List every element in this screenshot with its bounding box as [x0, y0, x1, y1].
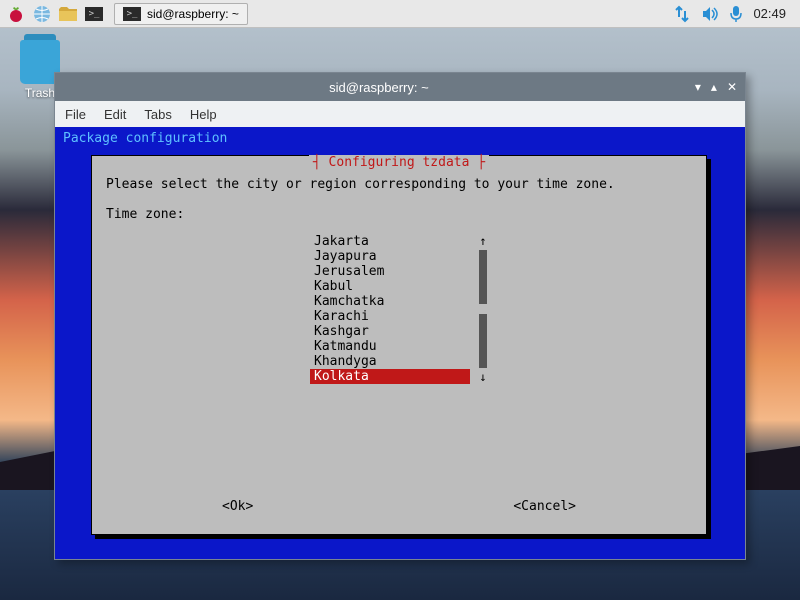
list-item[interactable]: Khandyga	[310, 354, 470, 369]
terminal-launcher-icon[interactable]: >_	[82, 2, 106, 26]
file-manager-icon[interactable]	[56, 2, 80, 26]
list-item[interactable]: Karachi	[310, 309, 470, 324]
package-config-header: Package configuration	[59, 129, 741, 148]
task-title: sid@raspberry: ~	[147, 7, 239, 21]
network-icon[interactable]	[673, 5, 691, 23]
list-item[interactable]: Jayapura	[310, 249, 470, 264]
list-item[interactable]: Kashgar	[310, 324, 470, 339]
raspberry-menu-icon[interactable]	[4, 2, 28, 26]
list-item-selected[interactable]: Kolkata	[310, 369, 470, 384]
tzdata-dialog: ┤ Configuring tzdata ├ Please select the…	[91, 155, 707, 535]
cancel-button[interactable]: <Cancel>	[513, 499, 576, 514]
microphone-icon[interactable]	[729, 5, 743, 23]
minimize-button[interactable]: ▾	[695, 80, 701, 94]
menu-edit[interactable]: Edit	[104, 107, 126, 122]
terminal-icon: >_	[123, 7, 141, 21]
clock[interactable]: 02:49	[753, 6, 786, 21]
ok-button[interactable]: <Ok>	[222, 499, 253, 514]
dialog-title: ┤ Configuring tzdata ├	[309, 155, 489, 170]
terminal-viewport[interactable]: Package configuration ┤ Configuring tzda…	[55, 127, 745, 559]
scroll-thumb-gap	[479, 304, 487, 314]
list-item[interactable]: Kabul	[310, 279, 470, 294]
volume-icon[interactable]	[701, 5, 719, 23]
terminal-window: sid@raspberry: ~ ▾ ▴ ✕ File Edit Tabs He…	[54, 72, 746, 560]
timezone-list[interactable]: Jakarta Jayapura Jerusalem Kabul Kamchat…	[310, 234, 470, 384]
taskbar: >_ >_ sid@raspberry: ~ 02:49	[0, 0, 800, 28]
list-item[interactable]: Jerusalem	[310, 264, 470, 279]
list-scrollbar[interactable]: ↑ ↓	[478, 234, 488, 384]
scroll-up-arrow[interactable]: ↑	[479, 234, 486, 248]
maximize-button[interactable]: ▴	[711, 80, 717, 94]
trash-label: Trash	[25, 86, 55, 100]
list-item[interactable]: Kamchatka	[310, 294, 470, 309]
window-titlebar[interactable]: sid@raspberry: ~ ▾ ▴ ✕	[55, 73, 745, 101]
list-item[interactable]: Katmandu	[310, 339, 470, 354]
window-title: sid@raspberry: ~	[63, 80, 695, 95]
menu-file[interactable]: File	[65, 107, 86, 122]
dialog-field-label: Time zone:	[106, 207, 692, 222]
scroll-track[interactable]	[479, 250, 487, 368]
list-item[interactable]: Jakarta	[310, 234, 470, 249]
close-button[interactable]: ✕	[727, 80, 737, 94]
menu-tabs[interactable]: Tabs	[144, 107, 171, 122]
taskbar-task-terminal[interactable]: >_ sid@raspberry: ~	[114, 3, 248, 25]
menu-help[interactable]: Help	[190, 107, 217, 122]
dialog-prompt: Please select the city or region corresp…	[106, 177, 692, 192]
scroll-down-arrow[interactable]: ↓	[479, 370, 486, 384]
web-browser-icon[interactable]	[30, 2, 54, 26]
menubar: File Edit Tabs Help	[55, 101, 745, 127]
